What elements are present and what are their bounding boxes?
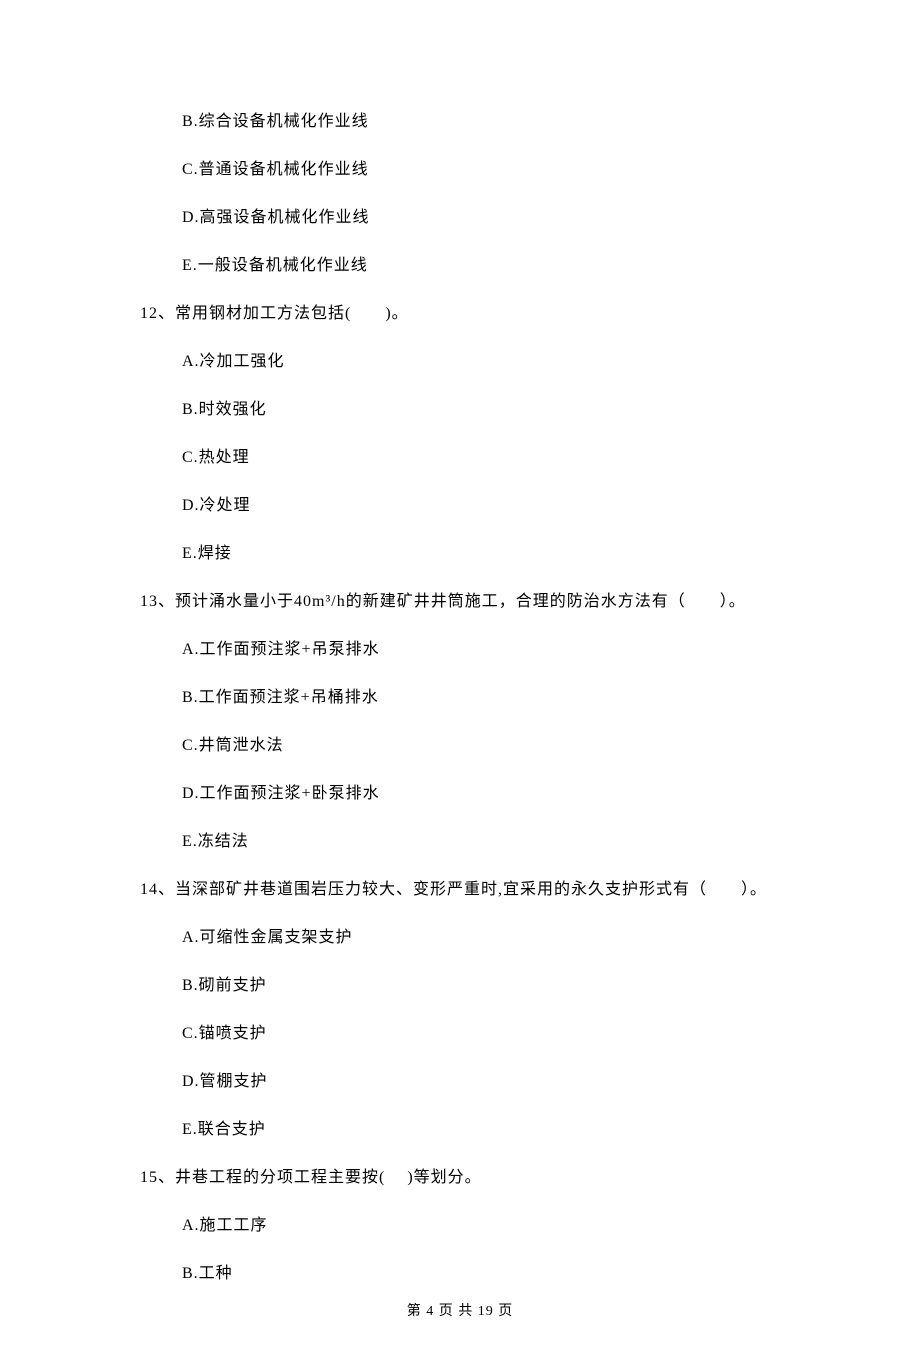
option-b: B.时效强化 [182, 398, 800, 422]
option-a: A.施工工序 [182, 1214, 800, 1238]
option-b: B.综合设备机械化作业线 [182, 110, 800, 134]
option-b: B.工作面预注浆+吊桶排水 [182, 686, 800, 710]
question-14: 14、当深部矿井巷道围岩压力较大、变形严重时,宜采用的永久支护形式有（ ）。 [140, 878, 800, 902]
option-c: C.锚喷支护 [182, 1022, 800, 1046]
page-footer: 第 4 页 共 19 页 [0, 1301, 920, 1322]
option-b: B.砌前支护 [182, 974, 800, 998]
option-a: A.可缩性金属支架支护 [182, 926, 800, 950]
option-a: A.冷加工强化 [182, 350, 800, 374]
option-e: E.联合支护 [182, 1118, 800, 1142]
option-a: A.工作面预注浆+吊泵排水 [182, 638, 800, 662]
option-e: E.一般设备机械化作业线 [182, 254, 800, 278]
option-c: C.井筒泄水法 [182, 734, 800, 758]
option-b: B.工种 [182, 1262, 800, 1286]
option-e: E.冻结法 [182, 830, 800, 854]
option-d: D.冷处理 [182, 494, 800, 518]
question-13: 13、预计涌水量小于40m³/h的新建矿井井筒施工，合理的防治水方法有（ ）。 [140, 590, 800, 614]
question-15: 15、井巷工程的分项工程主要按( )等划分。 [140, 1166, 800, 1190]
option-d: D.管棚支护 [182, 1070, 800, 1094]
option-c: C.热处理 [182, 446, 800, 470]
page-content: B.综合设备机械化作业线 C.普通设备机械化作业线 D.高强设备机械化作业线 E… [140, 110, 800, 1286]
option-d: D.高强设备机械化作业线 [182, 206, 800, 230]
option-c: C.普通设备机械化作业线 [182, 158, 800, 182]
question-12: 12、常用钢材加工方法包括( )。 [140, 302, 800, 326]
option-d: D.工作面预注浆+卧泵排水 [182, 782, 800, 806]
option-e: E.焊接 [182, 542, 800, 566]
